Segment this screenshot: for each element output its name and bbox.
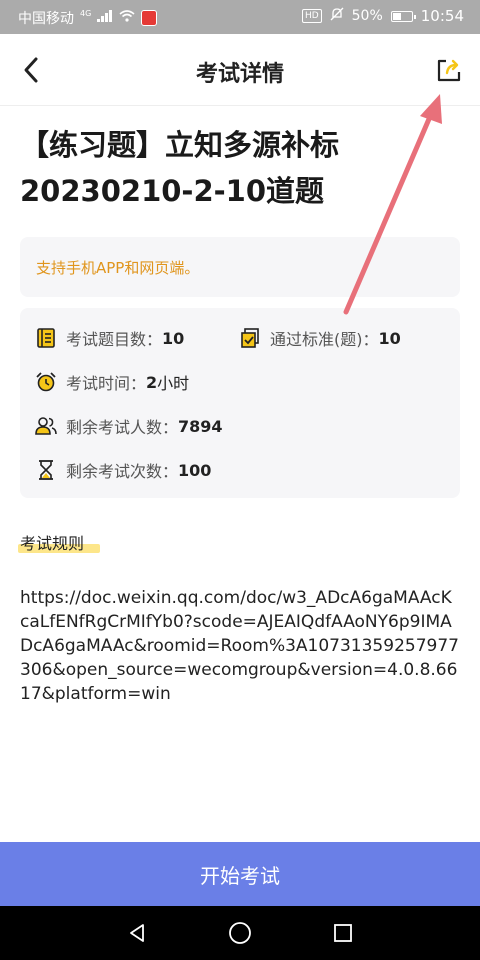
hourglass-icon <box>34 458 58 482</box>
system-nav-bar <box>0 906 480 960</box>
nav-home-icon <box>229 922 251 944</box>
share-button[interactable] <box>432 52 466 88</box>
remaining-attempts-value: 100 <box>178 460 212 480</box>
question-count-row: 考试题目数： 10 <box>34 326 184 350</box>
start-exam-button[interactable]: 开始考试 <box>0 842 480 906</box>
nav-recent-button[interactable] <box>330 920 356 946</box>
wifi-icon <box>119 10 135 26</box>
network-type: 4G <box>80 8 92 18</box>
document-list-icon <box>34 326 58 350</box>
hd-badge: HD <box>301 9 322 23</box>
battery-percent: 50% <box>351 8 383 24</box>
remaining-attempts-row: 剩余考试次数： 100 <box>34 458 211 482</box>
notice-box: 支持手机APP和网页端。 <box>20 237 460 297</box>
remaining-attempts-label: 剩余考试次数： <box>66 462 179 481</box>
duration-unit: 小时 <box>157 374 190 393</box>
duration-label: 考试时间： <box>66 374 147 393</box>
nav-back-button[interactable] <box>124 920 150 946</box>
share-export-icon <box>437 59 461 82</box>
exam-info-panel: 考试题目数： 10 通过标准(题)： 10 考试时间： 2 小时 剩余考试人数：… <box>20 308 460 498</box>
nav-back-icon <box>130 924 144 942</box>
mute-icon <box>330 7 344 25</box>
clock: 10:54 <box>420 7 464 25</box>
pass-standard-value: 10 <box>378 328 401 348</box>
rules-text: https://doc.weixin.qq.com/doc/w3_ADcA6ga… <box>20 588 459 704</box>
nav-recent-icon <box>334 924 352 942</box>
page-title: 考试详情 <box>195 62 284 87</box>
carrier-label: 中国移动 <box>18 11 74 27</box>
duration-row: 考试时间： 2 小时 <box>34 370 189 394</box>
remaining-people-value: 7894 <box>178 416 223 436</box>
nav-home-button[interactable] <box>227 920 253 946</box>
signal-icon <box>97 10 113 26</box>
pass-standard-row: 通过标准(题)： 10 <box>238 326 401 350</box>
checklist-icon <box>238 326 262 350</box>
remaining-people-label: 剩余考试人数： <box>66 418 179 437</box>
pass-standard-label: 通过标准(题)： <box>270 330 379 349</box>
duration-value: 2 <box>146 372 158 392</box>
rules-heading: 考试规则 <box>20 534 85 553</box>
question-count-label: 考试题目数： <box>66 330 163 349</box>
battery-icon <box>390 10 416 22</box>
alarm-clock-icon <box>34 370 58 394</box>
notice-text: 支持手机APP和网页端。 <box>36 259 200 277</box>
people-icon <box>34 414 58 438</box>
status-bar: 中国移动 4G HD 50% 10:54 <box>0 0 480 34</box>
exam-title: 【练习题】立知多源补标20230210-2-10道题 <box>20 128 340 208</box>
app-header: 考试详情 <box>0 34 480 106</box>
remaining-people-row: 剩余考试人数： 7894 <box>34 414 223 438</box>
question-count-value: 10 <box>162 328 185 348</box>
app-notification-icon <box>141 10 158 26</box>
